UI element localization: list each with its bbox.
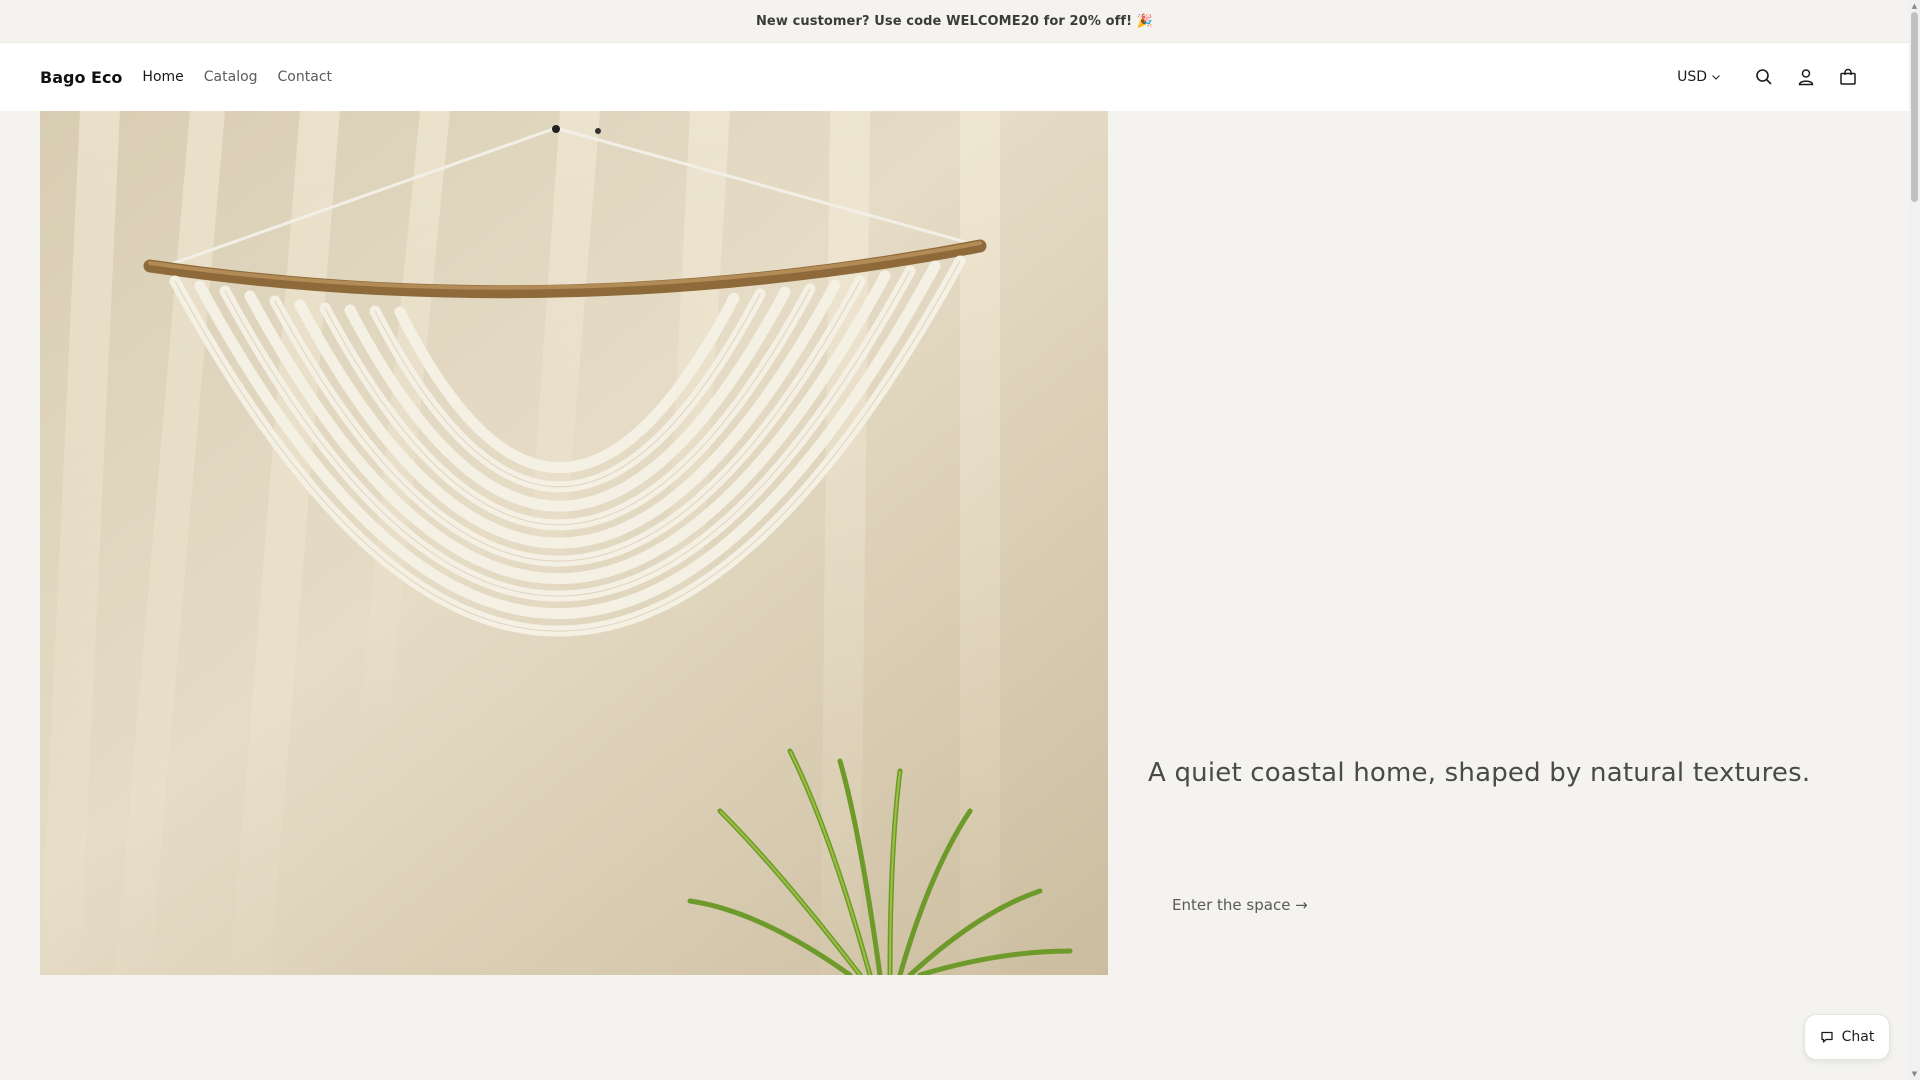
page-scrollbar[interactable]: ▲ ▼ — [1909, 0, 1920, 1080]
search-button[interactable] — [1743, 56, 1785, 98]
enter-space-link[interactable]: Enter the space → — [1148, 888, 1332, 922]
chat-label: Chat — [1841, 1029, 1875, 1045]
announcement-text: New customer? Use code WELCOME20 for 20%… — [755, 13, 1154, 29]
hero-heading: A quiet coastal home, shaped by natural … — [1148, 758, 1811, 788]
nav-link-contact[interactable]: Contact — [278, 69, 332, 85]
scroll-down-icon[interactable]: ▼ — [1911, 1069, 1918, 1079]
scroll-up-icon[interactable]: ▲ — [1911, 1, 1918, 11]
header-actions: USD — [1677, 56, 1869, 98]
site-header: Bago Eco Home Catalog Contact USD — [0, 43, 1909, 111]
chevron-down-icon — [1712, 75, 1720, 80]
cart-button[interactable] — [1827, 56, 1869, 98]
store-logo[interactable]: Bago Eco — [40, 68, 122, 87]
main-nav: Home Catalog Contact — [142, 69, 332, 85]
nav-link-catalog[interactable]: Catalog — [204, 69, 258, 85]
cart-icon — [1840, 68, 1856, 85]
chat-bubble-icon — [1820, 1031, 1833, 1043]
currency-label: USD — [1677, 69, 1707, 85]
hero-image — [40, 111, 1108, 975]
nav-link-home[interactable]: Home — [142, 69, 183, 85]
shell-garland-photo — [40, 111, 1108, 975]
scroll-thumb[interactable] — [1911, 12, 1918, 202]
account-icon — [1798, 69, 1814, 86]
search-icon — [1756, 69, 1772, 85]
announcement-bar: New customer? Use code WELCOME20 for 20%… — [0, 0, 1909, 43]
chat-button[interactable]: Chat — [1804, 1014, 1890, 1060]
account-button[interactable] — [1785, 56, 1827, 98]
currency-selector[interactable]: USD — [1677, 69, 1721, 85]
